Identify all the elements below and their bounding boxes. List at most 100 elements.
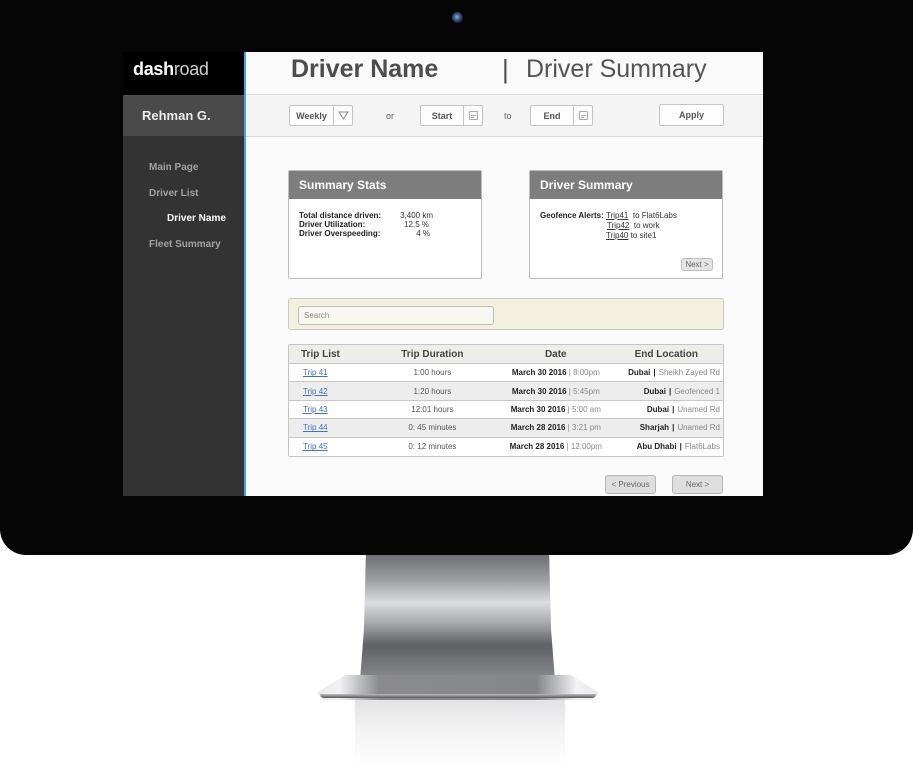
logo-bold: dash (133, 59, 174, 79)
trip-link[interactable]: Trip 44 (303, 423, 328, 432)
filter-bar: Weekly or Start to End Apply (246, 96, 763, 137)
page-subtitle: Driver Summary (526, 55, 707, 83)
stat-label-overspeeding: Driver Overspeeding: (299, 229, 381, 238)
place-value: Sheikh Zayed Rd (658, 368, 720, 378)
alert-trip-link[interactable]: Trip42 (607, 221, 629, 230)
to-label: to (504, 111, 512, 121)
trip-date: March 30 2016 | 5:00 am (510, 404, 601, 414)
alerts-next-button[interactable]: Next > (681, 258, 713, 271)
sidebar-item-driver-name[interactable]: Driver Name (167, 213, 226, 224)
end-location: Abu Dhabi | Flat6Labs (636, 442, 720, 452)
start-date-label: Start (431, 110, 453, 121)
logo[interactable]: dashroad (133, 59, 209, 80)
next-page-button[interactable]: Next > (672, 475, 723, 494)
time-value: 12:00pm (570, 442, 602, 452)
trip-date: March 30 2016 | 8:00pm (511, 368, 600, 378)
chevron-down-icon (333, 106, 352, 125)
end-date-label: End (543, 110, 561, 121)
trip-date: March 28 2016 | 3:21 pm (510, 423, 601, 433)
logo-light: road (173, 59, 209, 79)
trip-date: March 28 2016 | 12:00pm (509, 442, 602, 452)
trip-link[interactable]: Trip 42 (303, 387, 328, 396)
place-value: Unamed Rd (677, 423, 720, 433)
table-header: Trip List Trip Duration Date End Locatio… (289, 345, 723, 364)
monitor-frame: dashroad Rehman G. Main Page Driver List… (0, 0, 913, 555)
monitor-stand-edge (320, 694, 596, 698)
place-value: Geofenced 1 (674, 386, 720, 396)
column-header-end-location[interactable]: End Location (610, 345, 723, 363)
summary-stats-card: Summary Stats Total distance driven: 3,4… (288, 170, 482, 279)
calendar-icon[interactable] (573, 106, 592, 125)
sidebar-item-main-page[interactable]: Main Page (149, 162, 198, 173)
alert-text: to Flat6Labs (632, 211, 677, 220)
sidebar-item-driver-list[interactable]: Driver List (149, 188, 198, 199)
date-value: March 30 2016 (510, 404, 566, 414)
title-bar: Driver Name | Driver Summary (246, 52, 763, 95)
date-value: March 30 2016 (511, 368, 567, 378)
end-location: Dubai | Sheikh Zayed Rd (628, 368, 720, 378)
previous-page-button[interactable]: < Previous (605, 475, 656, 494)
sidebar: dashroad Rehman G. Main Page Driver List… (123, 52, 244, 496)
search-input[interactable] (298, 306, 494, 325)
geofence-alerts-label: Geofence Alerts: (540, 211, 604, 220)
alert-trip-link[interactable]: Trip40 (606, 231, 628, 240)
period-select[interactable]: Weekly (289, 105, 353, 126)
date-value: March 28 2016 (510, 423, 566, 433)
trip-duration: 1:20 hours (413, 386, 452, 396)
city-value: Dubai (643, 386, 666, 396)
sidebar-item-fleet-summary[interactable]: Fleet Summary (149, 239, 221, 250)
trip-table: Trip List Trip Duration Date End Locatio… (288, 344, 724, 457)
main-content: Driver Name | Driver Summary Weekly or S… (246, 52, 763, 496)
table-row[interactable]: Trip 45 0: 12 minutes March 28 2016 | 12… (289, 438, 723, 456)
period-select-value: Weekly (296, 110, 327, 121)
time-value: 5:45pm (573, 386, 600, 396)
camera-icon (452, 12, 463, 23)
end-location: Dubai | Unamed Rd (646, 404, 720, 414)
trip-duration: 12:01 hours (411, 404, 454, 414)
column-header-trip-list[interactable]: Trip List (289, 345, 363, 363)
page-title: Driver Name (291, 55, 439, 83)
calendar-icon[interactable] (463, 106, 482, 125)
monitor-stand-neck (360, 555, 555, 680)
user-name[interactable]: Rehman G. (142, 108, 211, 123)
place-value: Unamed Rd (677, 404, 720, 414)
end-date-field[interactable]: End (530, 105, 593, 126)
column-header-date[interactable]: Date (502, 345, 609, 363)
stat-value-utilization: 12.5 % (404, 220, 429, 229)
trip-link[interactable]: Trip 45 (303, 442, 328, 451)
stat-value-overspeeding: 4 % (416, 229, 430, 238)
trip-link[interactable]: Trip 43 (303, 405, 328, 414)
geofence-alert: Trip41 to Flat6Labs (606, 211, 677, 220)
driver-summary-title: Driver Summary (530, 171, 722, 199)
column-header-trip-duration[interactable]: Trip Duration (363, 345, 502, 363)
end-location: Dubai | Geofenced 1 (643, 386, 720, 396)
table-row[interactable]: Trip 44 0: 45 minutes March 28 2016 | 3:… (289, 419, 723, 438)
city-value: Abu Dhabi (636, 442, 677, 452)
city-value: Sharjah (639, 423, 670, 433)
time-value: 3:21 pm (571, 423, 601, 433)
apply-button[interactable]: Apply (659, 104, 724, 126)
monitor-stand-reflection (355, 700, 565, 766)
trip-duration: 0: 45 minutes (408, 423, 457, 433)
alert-text: to site1 (630, 231, 657, 240)
city-value: Dubai (646, 404, 670, 414)
city-value: Dubai (628, 368, 651, 378)
start-date-field[interactable]: Start (420, 105, 483, 126)
table-row[interactable]: Trip 43 12:01 hours March 30 2016 | 5:00… (289, 401, 723, 420)
user-bar: Rehman G. (123, 95, 244, 136)
trip-date: March 30 2016 | 5:45pm (511, 386, 600, 396)
trip-link[interactable]: Trip 41 (303, 368, 328, 377)
summary-stats-title: Summary Stats (289, 171, 481, 199)
trip-duration: 1:00 hours (413, 368, 452, 378)
geofence-alert: Trip42 to work (607, 221, 660, 230)
alert-trip-link[interactable]: Trip41 (606, 211, 628, 220)
title-separator: | (502, 54, 509, 84)
screen: dashroad Rehman G. Main Page Driver List… (123, 52, 763, 496)
stat-label-utilization: Driver Utilization: (299, 220, 366, 229)
table-row[interactable]: Trip 41 1:00 hours March 30 2016 | 8:00p… (289, 364, 723, 383)
stat-label-distance: Total distance driven: (299, 211, 382, 220)
end-location: Sharjah | Unamed Rd (639, 423, 720, 433)
or-label: or (386, 111, 395, 121)
table-row[interactable]: Trip 42 1:20 hours March 30 2016 | 5:45p… (289, 382, 723, 401)
driver-summary-card: Driver Summary Geofence Alerts: Trip41 t… (529, 170, 723, 279)
